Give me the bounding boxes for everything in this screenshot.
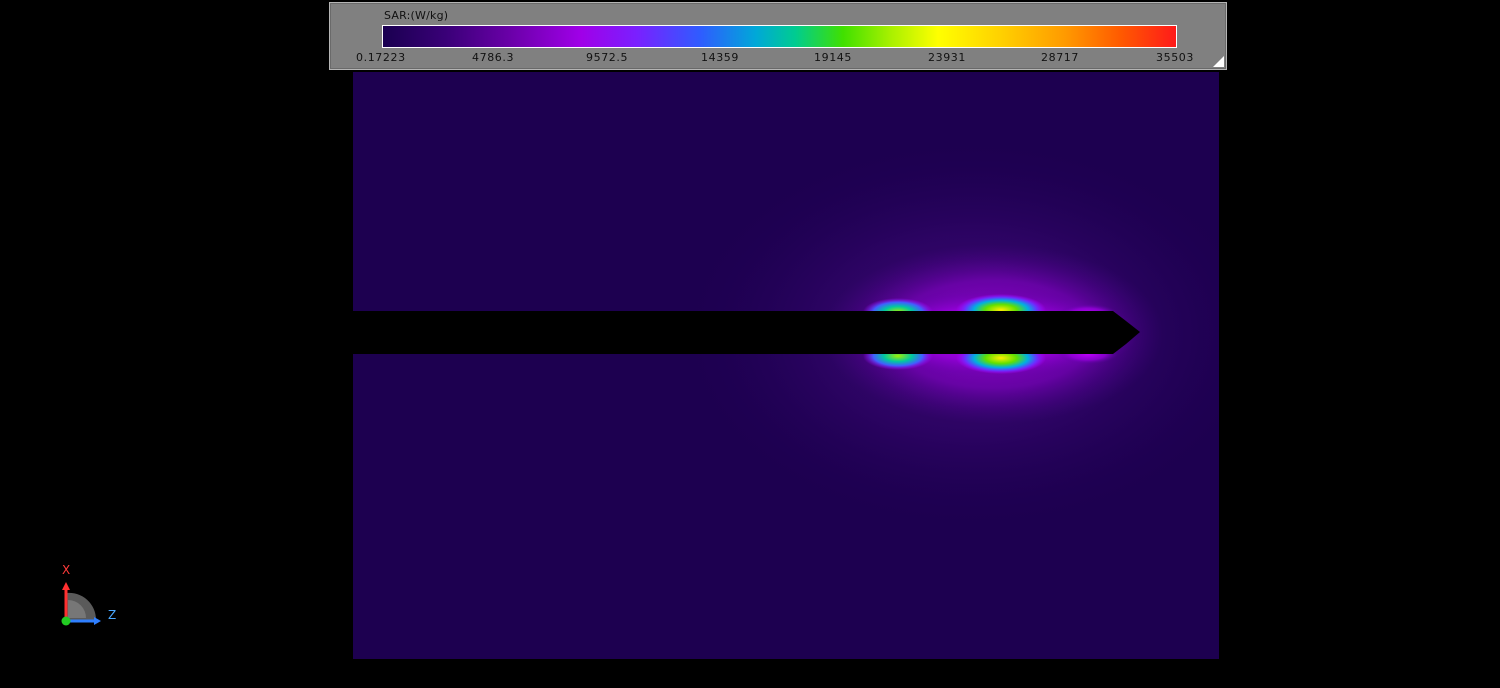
legend-tick: 14359	[701, 51, 739, 64]
legend-tick: 28717	[1041, 51, 1079, 64]
z-axis-label: Z	[108, 608, 117, 622]
probe-shape	[353, 311, 1140, 354]
axis-triad: X Z	[50, 560, 130, 635]
color-bar	[382, 25, 1177, 48]
legend-title: SAR:(W/kg)	[384, 9, 449, 22]
legend-resize-handle[interactable]	[1213, 56, 1224, 67]
legend-tick: 4786.3	[472, 51, 515, 64]
legend-tick: 19145	[814, 51, 852, 64]
sar-field-plot	[353, 72, 1219, 659]
x-axis-label: X	[62, 563, 71, 577]
3d-viewport[interactable]: SAR:(W/kg) 0.17223 4786.3 9572.5 14359 1…	[0, 0, 1500, 688]
legend-tick: 9572.5	[586, 51, 629, 64]
color-legend[interactable]: SAR:(W/kg) 0.17223 4786.3 9572.5 14359 1…	[329, 2, 1227, 70]
legend-tick: 23931	[928, 51, 966, 64]
legend-tick: 35503	[1156, 51, 1194, 64]
legend-tick: 0.17223	[356, 51, 406, 64]
sar-field-svg	[353, 134, 1219, 534]
